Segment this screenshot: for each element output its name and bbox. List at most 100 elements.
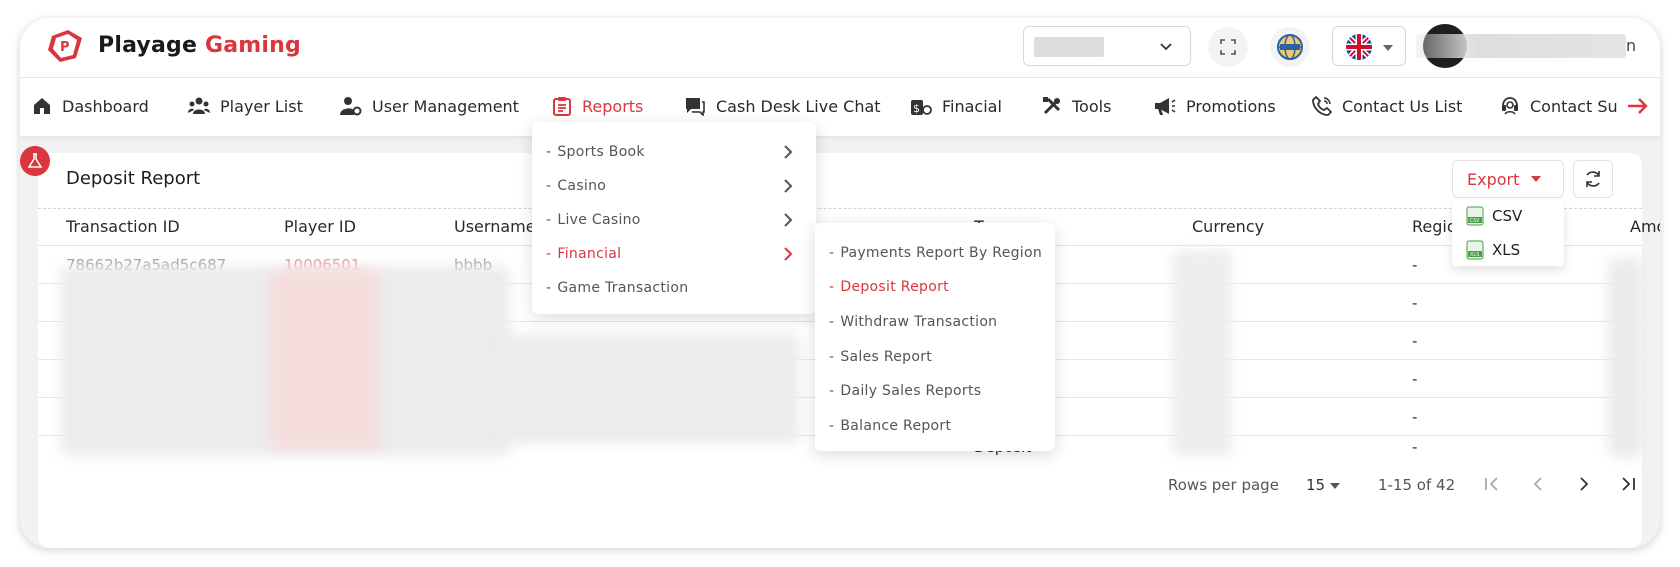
nav-label: Contact Su bbox=[1530, 96, 1618, 116]
user-gear-icon bbox=[340, 97, 362, 116]
menu-item-sports-book[interactable]: - Sports Book bbox=[546, 144, 645, 160]
previous-page-icon[interactable] bbox=[1528, 474, 1548, 494]
menu-item-casino[interactable]: - Casino bbox=[546, 178, 606, 194]
beaker-button[interactable] bbox=[20, 146, 50, 176]
money-icon: $ bbox=[911, 100, 932, 115]
site-select-value bbox=[1034, 37, 1104, 57]
column-header[interactable]: Currency bbox=[1192, 217, 1264, 236]
caret-down-icon bbox=[1383, 45, 1393, 51]
column-header[interactable]: Player ID bbox=[284, 217, 356, 236]
submenu-item-balance-report[interactable]: - Balance Report bbox=[829, 418, 951, 434]
menu-item-live-casino[interactable]: - Live Casino bbox=[546, 212, 641, 228]
nav-finacial[interactable]: $ Finacial bbox=[910, 96, 1002, 116]
menu-item-financial[interactable]: - Financial bbox=[546, 246, 621, 262]
nav-label: Tools bbox=[1072, 96, 1112, 116]
site-select[interactable] bbox=[1023, 26, 1191, 66]
redacted-area bbox=[1172, 250, 1232, 456]
nav-label: Player List bbox=[220, 96, 303, 116]
export-option-label: CSV bbox=[1492, 207, 1523, 225]
dice-logo-icon: P bbox=[48, 30, 82, 62]
chevron-right-icon bbox=[784, 247, 793, 261]
top-bar: P Playage Gaming n bbox=[20, 18, 1660, 78]
submenu-item-deposit-report[interactable]: - Deposit Report bbox=[829, 279, 949, 295]
redacted-area bbox=[270, 270, 380, 450]
chevron-right-icon bbox=[784, 179, 793, 193]
uk-flag-icon bbox=[1346, 34, 1372, 60]
column-header[interactable]: Username bbox=[454, 217, 536, 236]
export-button[interactable]: Export bbox=[1452, 160, 1564, 198]
page-range: 1-15 of 42 bbox=[1378, 476, 1456, 494]
language-select[interactable] bbox=[1332, 26, 1406, 66]
rows-per-page-select[interactable]: 15 bbox=[1306, 476, 1325, 494]
region-cell: - bbox=[1412, 370, 1418, 388]
phone-icon bbox=[1312, 96, 1332, 116]
nav-contact-support[interactable]: Contact Su bbox=[1500, 96, 1618, 116]
fullscreen-button[interactable] bbox=[1208, 27, 1248, 67]
submenu-item-sales-report[interactable]: - Sales Report bbox=[829, 349, 932, 365]
export-label: Export bbox=[1467, 169, 1520, 189]
page-title: Deposit Report bbox=[66, 168, 201, 189]
megaphone-icon bbox=[1155, 98, 1176, 115]
svg-text:CSV: CSV bbox=[1470, 218, 1481, 224]
export-xls-option[interactable]: XLS XLS bbox=[1466, 240, 1520, 260]
last-page-icon[interactable] bbox=[1618, 474, 1638, 494]
flask-icon bbox=[27, 153, 43, 168]
export-csv-option[interactable]: CSV CSV bbox=[1466, 206, 1522, 226]
chat-icon bbox=[686, 98, 705, 116]
column-header[interactable]: Transaction ID bbox=[66, 217, 180, 236]
reports-dropdown: - Sports Book - Casino - Live Casino - Finan… bbox=[532, 122, 816, 314]
nav-contact-us-list[interactable]: Contact Us List bbox=[1312, 96, 1462, 116]
nav-label: Dashboard bbox=[62, 96, 149, 116]
nav-label: User Management bbox=[372, 96, 519, 116]
nav-cash-desk-live-chat[interactable]: Cash Desk Live Chat bbox=[684, 96, 881, 116]
export-option-label: XLS bbox=[1492, 241, 1521, 259]
nav-reports[interactable]: Reports bbox=[552, 96, 643, 116]
xls-file-icon: XLS bbox=[1466, 240, 1484, 260]
redacted-area bbox=[500, 334, 800, 444]
refresh-button[interactable] bbox=[1573, 160, 1613, 198]
region-cell: - bbox=[1412, 256, 1418, 274]
rows-per-page-label: Rows per page bbox=[1168, 476, 1279, 494]
nav-player-list[interactable]: Player List bbox=[188, 96, 303, 116]
export-menu: CSV CSV XLS XLS bbox=[1452, 200, 1564, 266]
column-header[interactable]: Amo bbox=[1630, 217, 1660, 236]
nav-label: Contact Us List bbox=[1342, 96, 1463, 116]
redacted-area bbox=[1608, 258, 1644, 458]
app-window: P Playage Gaming n Dashboard Player List… bbox=[20, 18, 1660, 548]
brand-name: Playage Gaming bbox=[98, 32, 301, 58]
nav-scroll-right-icon[interactable] bbox=[1626, 96, 1650, 116]
submenu-item-withdraw-transaction[interactable]: - Withdraw Transaction bbox=[829, 314, 997, 330]
logo[interactable]: P Playage Gaming bbox=[46, 26, 301, 64]
region-cell: - bbox=[1412, 332, 1418, 350]
nav-promotions[interactable]: Promotions bbox=[1154, 96, 1276, 116]
support-icon bbox=[1502, 97, 1518, 115]
tools-icon bbox=[1043, 97, 1061, 115]
nav-label: Finacial bbox=[942, 96, 1002, 116]
fullscreen-icon bbox=[1220, 39, 1236, 55]
submenu-item-payments-by-region[interactable]: - Payments Report By Region bbox=[829, 245, 1042, 261]
globe-icon bbox=[1277, 34, 1303, 60]
chevron-right-icon bbox=[784, 145, 793, 159]
region-cell: - bbox=[1412, 438, 1418, 456]
menu-item-game-transaction[interactable]: - Game Transaction bbox=[546, 280, 688, 296]
www-globe-button[interactable] bbox=[1270, 27, 1310, 67]
svg-text:XLS: XLS bbox=[1470, 252, 1479, 258]
chevron-down-icon bbox=[1160, 43, 1172, 51]
region-cell: - bbox=[1412, 408, 1418, 426]
csv-file-icon: CSV bbox=[1466, 206, 1484, 226]
svg-text:P: P bbox=[60, 40, 70, 55]
main-nav: Dashboard Player List User Management Re… bbox=[20, 78, 1660, 136]
next-page-icon[interactable] bbox=[1574, 474, 1594, 494]
caret-down-icon[interactable] bbox=[1330, 483, 1340, 489]
submenu-item-daily-sales-reports[interactable]: - Daily Sales Reports bbox=[829, 383, 981, 399]
users-icon bbox=[188, 97, 210, 114]
nav-label: Reports bbox=[582, 96, 644, 116]
nav-user-management[interactable]: User Management bbox=[340, 96, 519, 116]
home-icon bbox=[34, 98, 50, 114]
clipboard-icon bbox=[553, 97, 571, 116]
svg-text:$: $ bbox=[913, 102, 920, 115]
first-page-icon[interactable] bbox=[1482, 474, 1502, 494]
nav-tools[interactable]: Tools bbox=[1042, 96, 1111, 116]
nav-dashboard[interactable]: Dashboard bbox=[32, 96, 149, 116]
user-name-redacted bbox=[1416, 34, 1626, 58]
